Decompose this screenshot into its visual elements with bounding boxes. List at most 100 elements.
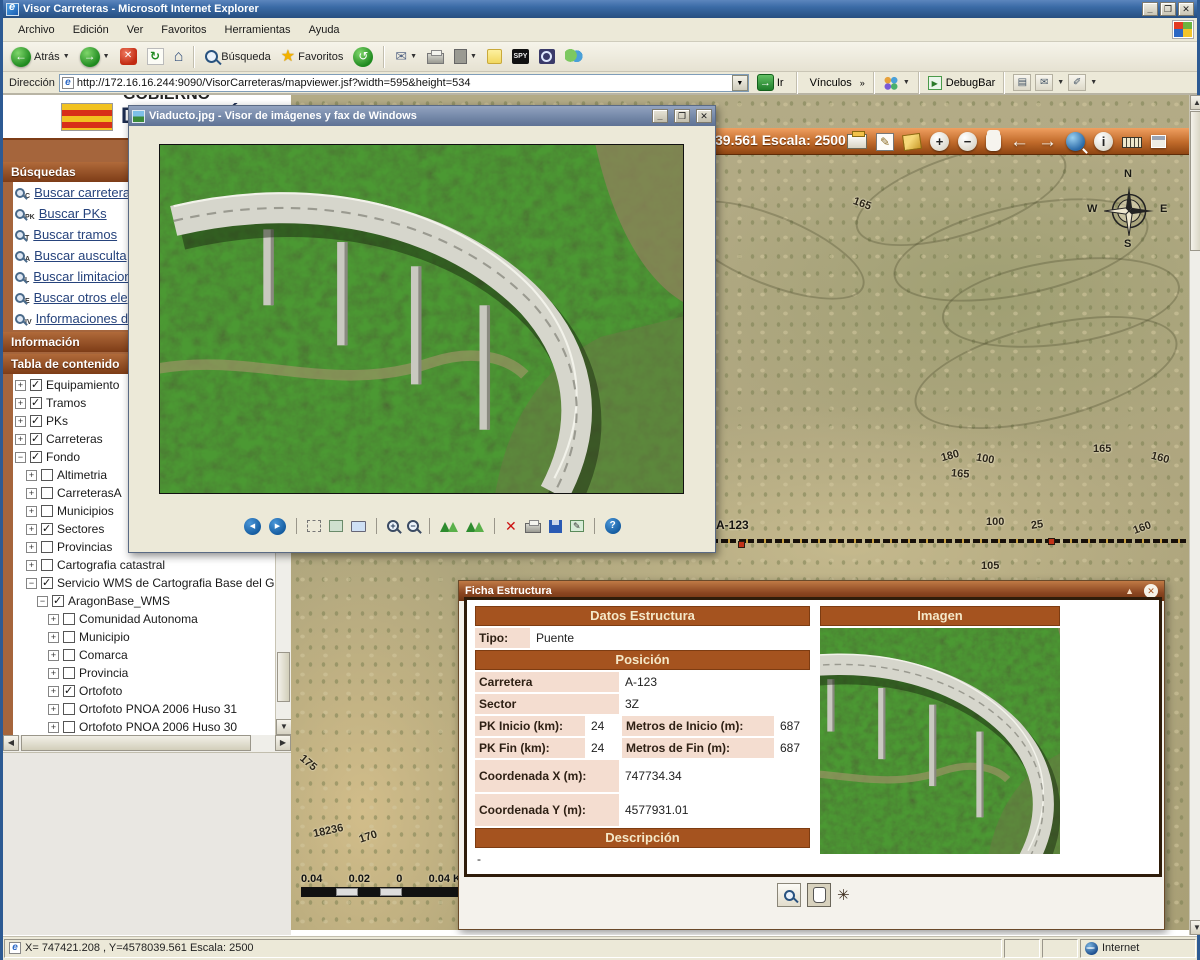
scroll-up-icon[interactable]: ▲ bbox=[1190, 95, 1200, 110]
history-button[interactable]: ↺ bbox=[349, 45, 377, 69]
expander-icon[interactable]: + bbox=[26, 524, 37, 535]
layer-checkbox[interactable] bbox=[63, 649, 75, 661]
pan-icon[interactable] bbox=[986, 133, 1001, 151]
zoom-in-icon[interactable]: + bbox=[387, 520, 399, 532]
refresh-button[interactable]: ↻ bbox=[143, 46, 168, 67]
layer-checkbox[interactable] bbox=[41, 505, 53, 517]
print-button[interactable] bbox=[423, 47, 448, 66]
delete-icon[interactable]: ✕ bbox=[505, 519, 517, 533]
edit-icon[interactable]: ✎ bbox=[570, 520, 584, 532]
tree-item[interactable]: + Provincia bbox=[48, 664, 291, 682]
expander-icon[interactable]: + bbox=[26, 506, 37, 517]
help-icon[interactable]: ? bbox=[605, 518, 621, 534]
menu-item[interactable]: Archivo bbox=[9, 21, 64, 39]
expander-icon[interactable]: + bbox=[48, 722, 59, 733]
mail-tool-button[interactable]: ✉ bbox=[1035, 74, 1053, 91]
popup-window-icon[interactable] bbox=[1151, 135, 1166, 148]
tree-item[interactable]: − AragonBase_WMS bbox=[37, 592, 291, 610]
tree-item[interactable]: − Servicio WMS de Cartografia Base del G bbox=[26, 574, 291, 592]
separator[interactable] bbox=[594, 518, 595, 534]
minimize-button[interactable]: _ bbox=[1142, 2, 1158, 16]
tree-item[interactable]: + Municipio bbox=[48, 628, 291, 646]
rotate-left-icon[interactable] bbox=[440, 520, 458, 532]
inspector-button[interactable] bbox=[535, 47, 559, 66]
expander-icon[interactable]: + bbox=[15, 434, 26, 445]
tree-item[interactable]: + Ortofoto PNOA 2006 Huso 30 bbox=[48, 718, 291, 735]
tree-item[interactable]: + Comunidad Autonoma bbox=[48, 610, 291, 628]
layer-checkbox[interactable] bbox=[30, 415, 42, 427]
menu-item[interactable]: Favoritos bbox=[152, 21, 215, 39]
draw-icon[interactable]: ✎ bbox=[876, 133, 894, 151]
layer-checkbox[interactable] bbox=[41, 469, 53, 481]
restore-button[interactable]: ❐ bbox=[1160, 2, 1176, 16]
next-extent-icon[interactable]: → bbox=[1038, 132, 1057, 151]
zoom-out-icon[interactable]: − bbox=[958, 132, 977, 151]
slideshow-icon[interactable] bbox=[351, 521, 366, 532]
zoom-in-icon[interactable]: + bbox=[930, 132, 949, 151]
expander-icon[interactable]: + bbox=[15, 380, 26, 391]
expander-icon[interactable]: − bbox=[37, 596, 48, 607]
home-button[interactable]: ⌂ bbox=[170, 47, 188, 67]
separator[interactable] bbox=[429, 518, 430, 534]
page-vertical-scrollbar[interactable]: ▲ ▼ bbox=[1189, 95, 1200, 935]
address-input[interactable] bbox=[77, 77, 732, 89]
tree-item[interactable]: + Comarca bbox=[48, 646, 291, 664]
menu-item[interactable]: Ver bbox=[118, 21, 153, 39]
structure-marker[interactable] bbox=[738, 541, 745, 548]
info-icon[interactable]: i bbox=[1094, 132, 1113, 151]
expander-icon[interactable]: − bbox=[26, 578, 37, 589]
separator[interactable] bbox=[494, 518, 495, 534]
menu-item[interactable]: Ayuda bbox=[300, 21, 349, 39]
ficha-pan-button[interactable] bbox=[807, 883, 831, 907]
expander-icon[interactable]: + bbox=[15, 398, 26, 409]
layer-checkbox[interactable] bbox=[63, 631, 75, 643]
stop-button[interactable]: ✕ bbox=[116, 46, 141, 67]
pen-tool-button[interactable]: ✐ bbox=[1068, 74, 1086, 91]
notes-button[interactable] bbox=[483, 47, 506, 66]
expander-icon[interactable]: − bbox=[15, 452, 26, 463]
expander-icon[interactable]: + bbox=[15, 416, 26, 427]
spy-button[interactable]: SPY bbox=[508, 47, 533, 66]
measure-distance-icon[interactable] bbox=[1122, 137, 1142, 148]
best-fit-icon[interactable] bbox=[307, 520, 321, 532]
scroll-right-icon[interactable]: ▶ bbox=[275, 735, 291, 751]
tree-item[interactable]: + Cartografia catastral bbox=[26, 556, 291, 574]
layer-checkbox[interactable] bbox=[41, 559, 53, 571]
expander-icon[interactable]: + bbox=[26, 470, 37, 481]
go-button[interactable]: →Ir bbox=[753, 74, 788, 91]
mail-button[interactable]: ✉▼ bbox=[391, 46, 421, 67]
layer-checkbox[interactable] bbox=[41, 541, 53, 553]
expander-icon[interactable]: + bbox=[26, 542, 37, 553]
pk-marker[interactable] bbox=[1048, 538, 1055, 545]
expander-icon[interactable]: + bbox=[48, 704, 59, 715]
expander-icon[interactable]: + bbox=[48, 614, 59, 625]
expander-icon[interactable]: + bbox=[48, 686, 59, 697]
tree-item[interactable]: + Ortofoto PNOA 2006 Huso 31 bbox=[48, 700, 291, 718]
tree-horizontal-scrollbar[interactable]: ◀ ▶ bbox=[3, 735, 291, 752]
expander-icon[interactable]: + bbox=[48, 632, 59, 643]
actual-size-icon[interactable] bbox=[329, 520, 343, 532]
expander-icon[interactable]: + bbox=[26, 560, 37, 571]
favorites-button[interactable]: ★Favoritos bbox=[277, 47, 348, 67]
separator[interactable] bbox=[376, 518, 377, 534]
messenger-button[interactable] bbox=[561, 47, 587, 67]
menu-item[interactable]: Herramientas bbox=[216, 21, 300, 39]
scroll-down-icon[interactable]: ▼ bbox=[276, 719, 291, 735]
layer-checkbox[interactable] bbox=[30, 379, 42, 391]
dots-icon[interactable] bbox=[883, 76, 899, 90]
address-dropdown[interactable]: ▼ bbox=[732, 75, 748, 91]
layer-checkbox[interactable] bbox=[63, 721, 75, 733]
full-extent-icon[interactable] bbox=[1066, 132, 1085, 151]
next-image-icon[interactable]: ▶ bbox=[269, 518, 286, 535]
ficha-minimize-icon[interactable]: ▲ bbox=[1125, 586, 1134, 596]
expander-icon[interactable]: + bbox=[48, 650, 59, 661]
print-map-icon[interactable] bbox=[847, 134, 867, 149]
layer-checkbox[interactable] bbox=[63, 685, 75, 697]
previous-image-icon[interactable]: ◀ bbox=[244, 518, 261, 535]
expander-icon[interactable]: + bbox=[48, 668, 59, 679]
rotate-right-icon[interactable] bbox=[466, 520, 484, 532]
ficha-zoom-in-button[interactable] bbox=[777, 883, 801, 907]
page-tool-button[interactable]: ▤ bbox=[1013, 74, 1031, 91]
tree-item[interactable]: + Ortofoto bbox=[48, 682, 291, 700]
layer-checkbox[interactable] bbox=[52, 595, 64, 607]
